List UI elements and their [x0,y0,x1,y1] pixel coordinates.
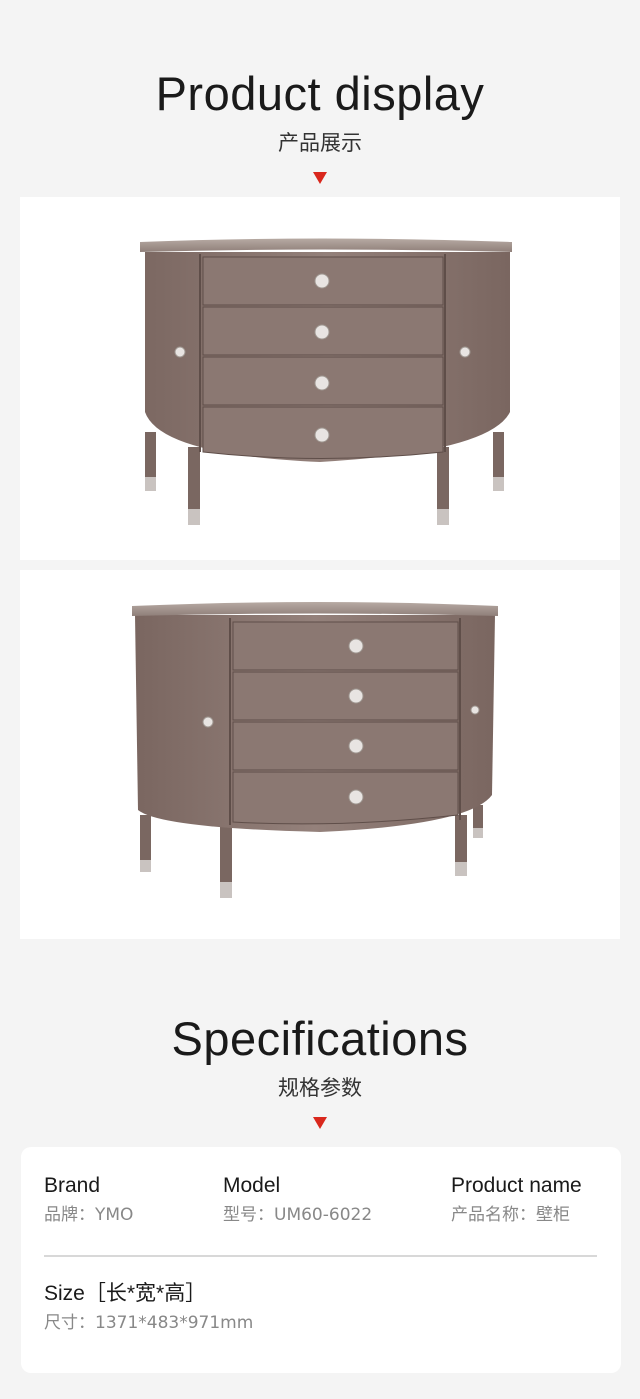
spec-product-name-label: Product name [451,1174,582,1197]
spec-model: Model 型号：UM60-6022 [223,1175,372,1224]
specifications-card: Brand 品牌：YMO Model 型号：UM60-6022 Product … [21,1147,621,1373]
spec-brand-value: 品牌：YMO [44,1205,134,1225]
spec-product-name-value: 产品名称：壁柜 [451,1205,570,1225]
specifications-header: Specifications 规格参数 [0,1015,640,1129]
specifications-title: Specifications [171,1012,469,1065]
spec-model-value: 型号：UM60-6022 [223,1205,373,1225]
product-photo-front [20,197,620,560]
spec-model-label: Model [223,1174,281,1197]
down-triangle-icon [313,1117,327,1129]
spec-product-name: Product name 产品名称：壁柜 [451,1175,582,1224]
product-display-subtitle: 产品展示 [278,131,362,155]
cabinet-illustration-front [140,238,512,525]
down-triangle-icon [313,172,327,184]
product-display-header: Product display 产品展示 [0,70,640,184]
product-display-title: Product display [155,67,485,120]
spec-brand-label: Brand [44,1174,101,1197]
spec-size-label: Size［长*宽*高］ [44,1282,207,1305]
product-photo-angle [20,570,620,939]
specifications-subtitle: 规格参数 [278,1076,362,1100]
spec-size-value: 尺寸：1371*483*971mm [44,1313,254,1333]
cabinet-illustration-angle [132,602,498,898]
spec-size: Size［长*宽*高］ 尺寸：1371*483*971mm [44,1283,253,1332]
spec-brand: Brand 品牌：YMO [44,1175,133,1224]
spec-divider [44,1255,597,1257]
